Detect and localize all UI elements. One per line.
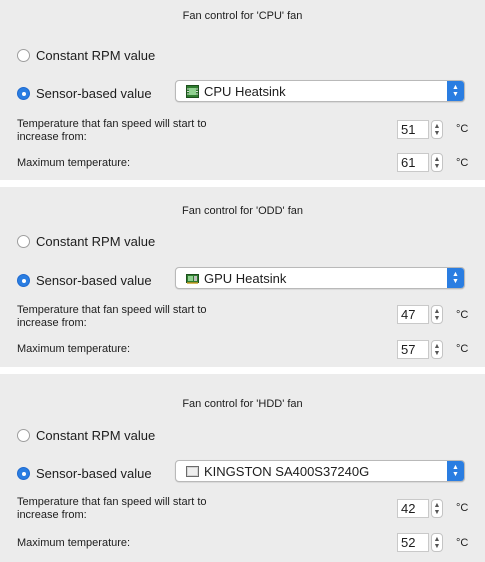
constant-rpm-label: Constant RPM value	[36, 234, 156, 249]
max-temp-label: Maximum temperature:	[17, 343, 131, 355]
sensor-select-value: CPU Heatsink	[204, 83, 286, 99]
section-title: Fan control for 'ODD' fan	[182, 205, 303, 217]
gpu-card-icon	[186, 273, 199, 284]
max-temp-label: Maximum temperature:	[17, 157, 131, 169]
constant-rpm-label: Constant RPM value	[36, 48, 156, 63]
start-temp-field[interactable]: 51	[397, 120, 429, 139]
constant-rpm-option[interactable]: Constant RPM value	[17, 48, 155, 63]
start-temp-unit: °C	[456, 123, 469, 135]
constant-rpm-option[interactable]: Constant RPM value	[17, 234, 155, 249]
sensor-select[interactable]: CPU Heatsink ▲ ▼	[175, 80, 465, 102]
start-temp-label: Temperature that fan speed will start to…	[17, 118, 207, 143]
start-temp-stepper[interactable]: ▲ ▼	[431, 120, 443, 139]
start-temp-field[interactable]: 42	[397, 499, 429, 518]
chip-icon	[186, 84, 199, 98]
start-temp-stepper[interactable]: ▲ ▼	[431, 499, 443, 518]
start-temp-unit: °C	[456, 502, 469, 514]
sensor-based-label: Sensor-based value	[36, 273, 152, 288]
fan-section-cpu: Fan control for 'CPU' fan Constant RPM v…	[0, 0, 485, 180]
sensor-based-radio[interactable]	[17, 87, 30, 100]
constant-rpm-radio[interactable]	[17, 429, 30, 442]
constant-rpm-radio[interactable]	[17, 235, 30, 248]
section-divider	[0, 367, 485, 374]
chevron-updown-icon[interactable]: ▲ ▼	[447, 461, 464, 481]
max-temp-stepper[interactable]: ▲ ▼	[431, 153, 443, 172]
constant-rpm-option[interactable]: Constant RPM value	[17, 428, 155, 443]
start-temp-field[interactable]: 47	[397, 305, 429, 324]
sensor-based-label: Sensor-based value	[36, 86, 152, 101]
constant-rpm-radio[interactable]	[17, 49, 30, 62]
start-temp-unit: °C	[456, 309, 469, 321]
sensor-select-value: KINGSTON SA400S37240G	[204, 463, 370, 479]
max-temp-label: Maximum temperature:	[17, 537, 131, 549]
start-temp-stepper[interactable]: ▲ ▼	[431, 305, 443, 324]
sensor-based-option[interactable]: Sensor-based value	[17, 273, 152, 288]
drive-icon	[186, 465, 199, 477]
sensor-based-label: Sensor-based value	[36, 466, 152, 481]
max-temp-unit: °C	[456, 343, 469, 355]
fan-section-hdd: Fan control for 'HDD' fan Constant RPM v…	[0, 374, 485, 562]
sensor-based-radio[interactable]	[17, 274, 30, 287]
max-temp-field[interactable]: 57	[397, 340, 429, 359]
sensor-based-option[interactable]: Sensor-based value	[17, 86, 152, 101]
max-temp-stepper[interactable]: ▲ ▼	[431, 533, 443, 552]
max-temp-unit: °C	[456, 157, 469, 169]
section-divider	[0, 180, 485, 187]
chevron-updown-icon[interactable]: ▲ ▼	[447, 268, 464, 288]
start-temp-label: Temperature that fan speed will start to…	[17, 496, 207, 521]
fan-section-odd: Fan control for 'ODD' fan Constant RPM v…	[0, 187, 485, 367]
constant-rpm-label: Constant RPM value	[36, 428, 156, 443]
sensor-select[interactable]: GPU Heatsink ▲ ▼	[175, 267, 465, 289]
max-temp-field[interactable]: 52	[397, 533, 429, 552]
max-temp-stepper[interactable]: ▲ ▼	[431, 340, 443, 359]
start-temp-label: Temperature that fan speed will start to…	[17, 304, 207, 329]
section-title: Fan control for 'HDD' fan	[182, 398, 303, 410]
sensor-select-value: GPU Heatsink	[204, 270, 287, 286]
sensor-select[interactable]: KINGSTON SA400S37240G ▲ ▼	[175, 460, 465, 482]
chevron-updown-icon[interactable]: ▲ ▼	[447, 81, 464, 101]
section-title: Fan control for 'CPU' fan	[182, 10, 303, 22]
max-temp-field[interactable]: 61	[397, 153, 429, 172]
sensor-based-option[interactable]: Sensor-based value	[17, 466, 152, 481]
max-temp-unit: °C	[456, 537, 469, 549]
sensor-based-radio[interactable]	[17, 467, 30, 480]
